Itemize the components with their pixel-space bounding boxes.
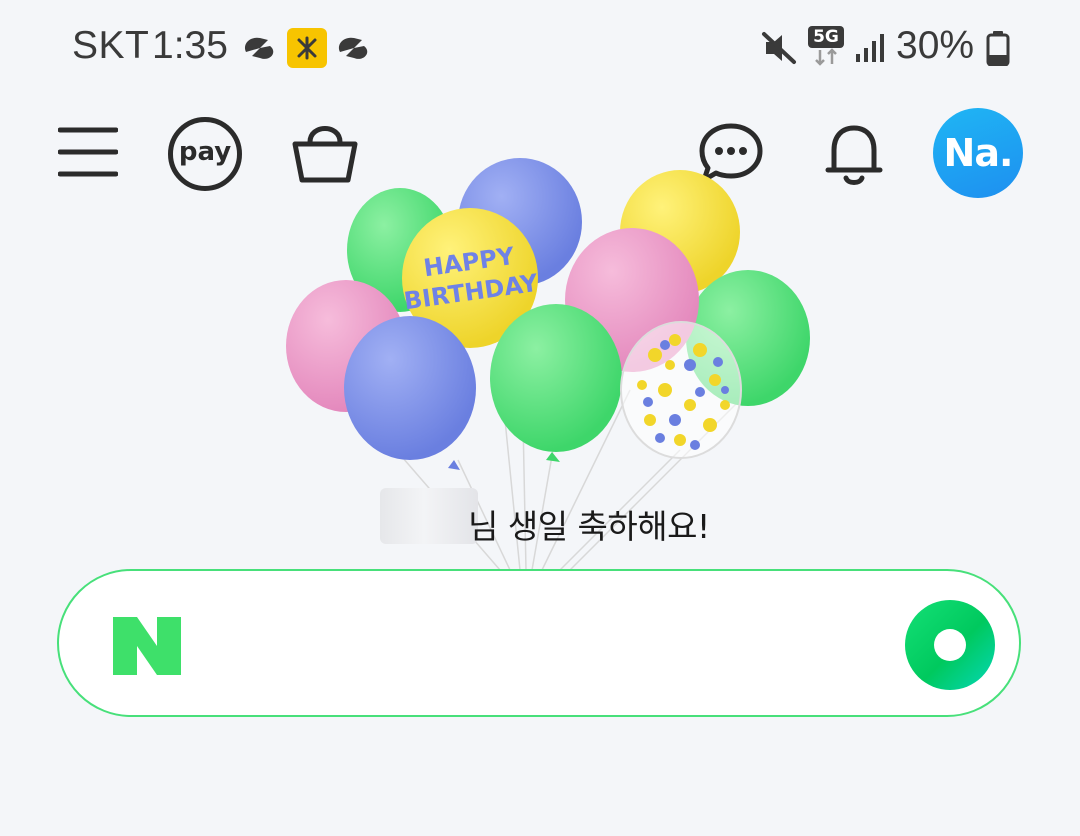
pay-label: pay bbox=[178, 137, 232, 167]
link-icon bbox=[338, 37, 368, 59]
green-dot-icon bbox=[934, 629, 966, 661]
network-5g-icon: 5G bbox=[808, 26, 844, 68]
mute-icon bbox=[762, 32, 796, 64]
search-bar[interactable] bbox=[57, 569, 1021, 717]
pay-button[interactable]: pay bbox=[168, 117, 242, 191]
status-time: 1:35 bbox=[152, 24, 228, 67]
green-dot-button[interactable] bbox=[905, 600, 995, 690]
network-type-label: 5G bbox=[808, 26, 844, 48]
kb-bank-app-icon bbox=[287, 28, 327, 68]
naver-logo-icon bbox=[113, 617, 181, 675]
battery-icon bbox=[986, 31, 1010, 66]
battery-percent: 30% bbox=[896, 24, 975, 67]
bell-icon[interactable] bbox=[824, 122, 884, 186]
blurred-user-name bbox=[380, 488, 478, 544]
avatar-label: Na. bbox=[943, 131, 1014, 175]
avatar[interactable]: Na. bbox=[933, 108, 1023, 198]
hamburger-menu-icon[interactable] bbox=[58, 126, 118, 178]
status-carrier: SKT bbox=[72, 24, 150, 67]
birthday-greeting: 님 생일 축하해요! bbox=[468, 507, 710, 546]
signal-icon bbox=[856, 34, 884, 62]
link-icon bbox=[244, 37, 274, 59]
naver-home-screen: SKT 1:35 5G 30% pay Na. HAPPY BIRTHDAY 님… bbox=[0, 0, 1080, 836]
status-bar: SKT 1:35 5G 30% bbox=[0, 0, 1080, 96]
search-input[interactable] bbox=[209, 601, 893, 689]
